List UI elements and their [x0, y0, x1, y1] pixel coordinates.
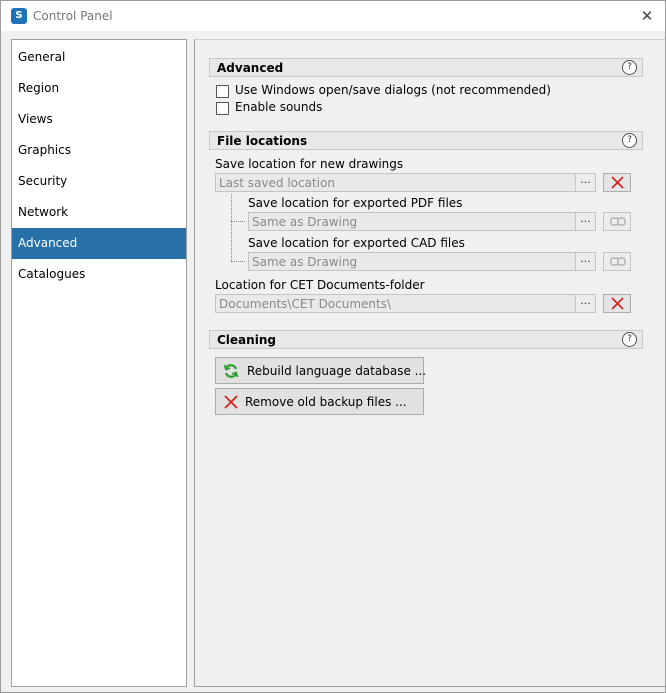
cad-path-field[interactable]: Same as Drawing ...	[248, 252, 596, 271]
browse-button[interactable]: ...	[575, 253, 595, 270]
title-bar: S Control Panel ✕	[1, 1, 665, 31]
delete-x-icon	[224, 395, 238, 409]
pdf-link-button[interactable]	[603, 212, 631, 231]
browse-button[interactable]: ...	[575, 295, 595, 312]
field-value: Same as Drawing	[252, 215, 358, 229]
tree-connector	[231, 261, 245, 262]
sidebar-item-region[interactable]: Region	[12, 73, 186, 104]
file-locations-section-header: File locations ?	[209, 131, 643, 150]
new-drawings-path-field[interactable]: Last saved location ...	[215, 173, 596, 192]
checkbox-label: Enable sounds	[235, 100, 323, 114]
clear-new-drawings-button[interactable]	[603, 173, 631, 192]
field-value: Documents\CET Documents\	[219, 297, 392, 311]
field-value: Last saved location	[219, 176, 335, 190]
tree-connector	[231, 194, 232, 261]
documents-folder-label: Location for CET Documents-folder	[215, 278, 425, 292]
section-title: Advanced	[217, 61, 284, 75]
remove-old-backup-files-button[interactable]: Remove old backup files ...	[215, 388, 424, 415]
new-drawings-label: Save location for new drawings	[215, 157, 404, 171]
help-icon[interactable]: ?	[622, 332, 637, 347]
browse-button[interactable]: ...	[575, 213, 595, 230]
close-button[interactable]: ✕	[637, 6, 657, 26]
enable-sounds-checkbox[interactable]	[216, 102, 229, 115]
clear-documents-button[interactable]	[603, 294, 631, 313]
section-title: File locations	[217, 134, 308, 148]
settings-panel: Advanced ? Use Windows open/save dialogs…	[194, 39, 666, 687]
window-title: Control Panel	[33, 9, 113, 23]
tree-connector	[231, 221, 245, 222]
sidebar-item-advanced[interactable]: Advanced	[12, 228, 186, 259]
pdf-location-label: Save location for exported PDF files	[248, 196, 463, 210]
button-label: Remove old backup files ...	[245, 395, 407, 409]
cad-link-button[interactable]	[603, 252, 631, 271]
checkbox-label: Use Windows open/save dialogs (not recom…	[235, 83, 551, 97]
control-panel-window: S Control Panel ✕ General Region Views G…	[0, 0, 666, 693]
sidebar-item-network[interactable]: Network	[12, 197, 186, 228]
advanced-section-header: Advanced ?	[209, 58, 643, 77]
sidebar-item-security[interactable]: Security	[12, 166, 186, 197]
sidebar-item-graphics[interactable]: Graphics	[12, 135, 186, 166]
link-icon	[610, 257, 626, 266]
section-title: Cleaning	[217, 333, 276, 347]
cleaning-section-header: Cleaning ?	[209, 330, 643, 349]
pdf-path-field[interactable]: Same as Drawing ...	[248, 212, 596, 231]
rebuild-language-database-button[interactable]: Rebuild language database ...	[215, 357, 427, 384]
delete-x-icon	[611, 297, 624, 310]
help-icon[interactable]: ?	[622, 133, 637, 148]
link-icon	[610, 217, 626, 226]
refresh-icon	[223, 364, 239, 378]
delete-x-icon	[611, 176, 624, 189]
browse-button[interactable]: ...	[575, 174, 595, 191]
help-icon[interactable]: ?	[622, 60, 637, 75]
sidebar-item-views[interactable]: Views	[12, 104, 186, 135]
sidebar-item-general[interactable]: General	[12, 42, 186, 73]
documents-path-field[interactable]: Documents\CET Documents\ ...	[215, 294, 596, 313]
button-label: Rebuild language database ...	[247, 364, 427, 378]
cad-location-label: Save location for exported CAD files	[248, 236, 465, 250]
sidebar-item-catalogues[interactable]: Catalogues	[12, 259, 186, 290]
app-logo-icon: S	[11, 8, 27, 24]
windows-dialogs-checkbox[interactable]	[216, 85, 229, 98]
field-value: Same as Drawing	[252, 255, 358, 269]
sidebar-nav: General Region Views Graphics Security N…	[11, 39, 187, 687]
